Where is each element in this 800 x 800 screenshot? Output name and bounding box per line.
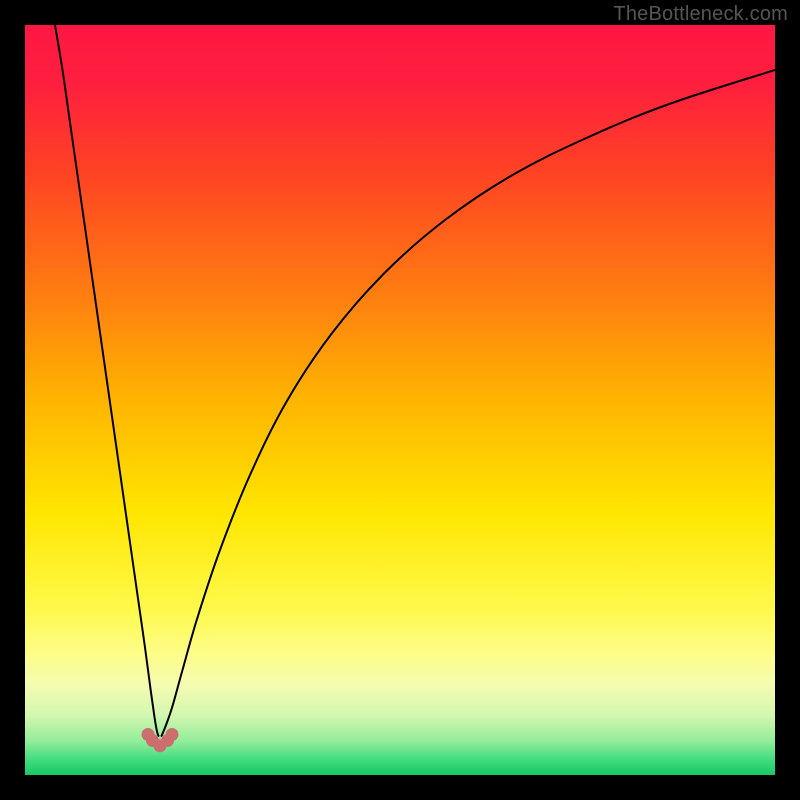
- trough-marker-4: [166, 728, 179, 741]
- curve-right-branch: [162, 70, 776, 736]
- bottleneck-curve: [25, 25, 775, 775]
- chart-frame: TheBottleneck.com: [0, 0, 800, 800]
- data-markers: [142, 728, 179, 752]
- watermark-text: TheBottleneck.com: [613, 3, 788, 26]
- curve-left-branch: [55, 25, 159, 736]
- plot-area: [25, 25, 775, 775]
